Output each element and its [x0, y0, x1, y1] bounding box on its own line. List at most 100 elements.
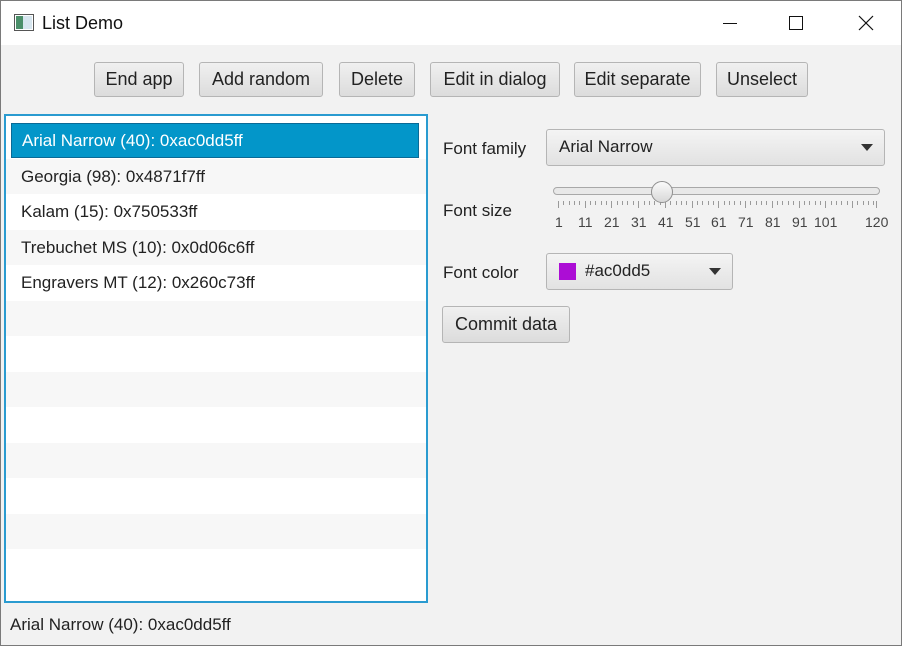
slider-tick: [809, 201, 810, 205]
slider-tick-label: 11: [578, 214, 593, 230]
empty-list-row: [6, 336, 426, 371]
slider-tick: [782, 201, 783, 205]
slider-tick: [740, 201, 741, 205]
minimize-icon: [723, 23, 737, 24]
slider-tick: [873, 201, 874, 205]
slider-tick: [585, 201, 586, 208]
add-random-button[interactable]: Add random: [199, 62, 323, 97]
font-color-value: #ac0dd5: [585, 261, 651, 280]
slider-tick: [601, 201, 602, 205]
list-item[interactable]: Kalam (15): 0x750533ff: [6, 194, 426, 229]
slider-tick: [574, 201, 575, 205]
unselect-button[interactable]: Unselect: [716, 62, 808, 97]
slider-tick: [697, 201, 698, 205]
window-title: List Demo: [42, 13, 124, 33]
app-icon: [14, 14, 34, 31]
slider-tick: [692, 201, 693, 208]
slider-tick: [718, 201, 719, 208]
font-color-picker[interactable]: #ac0dd5: [546, 253, 733, 290]
slider-tick: [825, 201, 826, 208]
slider-tick: [708, 201, 709, 205]
slider-tick: [788, 201, 789, 205]
list-item[interactable]: Georgia (98): 0x4871f7ff: [6, 159, 426, 194]
slider-tick-label: 1: [555, 214, 563, 230]
empty-list-row: [6, 478, 426, 513]
slider-tick: [617, 201, 618, 205]
slider-tick: [622, 201, 623, 205]
chevron-down-icon: [861, 144, 873, 151]
slider-tick: [745, 201, 746, 208]
font-size-slider-track[interactable]: [553, 187, 880, 195]
app-window: List Demo End app Add random Delete Edit…: [0, 0, 902, 646]
empty-list-row: [6, 301, 426, 336]
slider-tick: [713, 201, 714, 205]
empty-list-row: [6, 549, 426, 584]
slider-tick: [644, 201, 645, 205]
font-size-label: Font size: [443, 201, 512, 220]
slider-tick: [558, 201, 559, 208]
font-color-label: Font color: [443, 263, 519, 282]
slider-tick: [799, 201, 800, 208]
slider-tick-label: 21: [604, 214, 620, 230]
slider-tick-label: 61: [711, 214, 727, 230]
slider-tick: [606, 201, 607, 205]
close-button[interactable]: [843, 1, 889, 45]
status-text: Arial Narrow (40): 0xac0dd5ff: [10, 615, 231, 634]
slider-tick: [766, 201, 767, 205]
empty-list-row: [6, 514, 426, 549]
slider-tick-label: 91: [792, 214, 808, 230]
slider-tick: [676, 201, 677, 205]
slider-tick-label: 101: [814, 214, 838, 230]
font-list[interactable]: Arial Narrow (40): 0xac0dd5ff Georgia (9…: [4, 114, 428, 603]
slider-tick: [595, 201, 596, 205]
color-swatch: [559, 263, 576, 280]
slider-tick: [868, 201, 869, 205]
title-bar: List Demo: [1, 1, 901, 45]
list-item[interactable]: Engravers MT (12): 0x260c73ff: [6, 265, 426, 300]
empty-list-row: [6, 443, 426, 478]
font-family-value: Arial Narrow: [559, 137, 653, 156]
slider-tick: [702, 201, 703, 205]
chevron-down-icon: [709, 268, 721, 275]
slider-tick-label: 71: [738, 214, 754, 230]
edit-in-dialog-button[interactable]: Edit in dialog: [430, 62, 560, 97]
close-icon: [858, 15, 874, 31]
empty-list-row: [6, 407, 426, 442]
font-family-combo[interactable]: Arial Narrow: [546, 129, 885, 166]
slider-tick: [649, 201, 650, 205]
slider-tick: [857, 201, 858, 205]
slider-tick: [876, 201, 877, 208]
slider-tick: [847, 201, 848, 205]
slider-tick: [670, 201, 671, 205]
slider-tick: [681, 201, 682, 205]
slider-tick: [772, 201, 773, 208]
maximize-button[interactable]: [773, 1, 819, 45]
maximize-icon: [789, 16, 803, 30]
slider-tick: [793, 201, 794, 205]
slider-tick-label: 81: [765, 214, 781, 230]
slider-tick: [831, 201, 832, 205]
end-app-button[interactable]: End app: [94, 62, 184, 97]
slider-tick: [724, 201, 725, 205]
slider-tick: [815, 201, 816, 205]
slider-tick: [729, 201, 730, 205]
slider-tick: [750, 201, 751, 205]
slider-tick: [804, 201, 805, 205]
list-item[interactable]: Arial Narrow (40): 0xac0dd5ff: [11, 123, 419, 158]
edit-separate-button[interactable]: Edit separate: [574, 62, 701, 97]
slider-tick: [611, 201, 612, 208]
font-size-slider-thumb[interactable]: [651, 181, 673, 203]
empty-list-row: [6, 372, 426, 407]
list-item[interactable]: Trebuchet MS (10): 0x0d06c6ff: [6, 230, 426, 265]
delete-button[interactable]: Delete: [339, 62, 415, 97]
slider-tick: [841, 201, 842, 205]
slider-tick: [627, 201, 628, 205]
slider-tick: [863, 201, 864, 205]
font-family-label: Font family: [443, 139, 527, 158]
slider-tick: [569, 201, 570, 205]
slider-tick: [761, 201, 762, 205]
commit-data-button[interactable]: Commit data: [442, 306, 570, 343]
slider-tick: [820, 201, 821, 205]
slider-tick-label: 120: [865, 214, 889, 230]
minimize-button[interactable]: [707, 1, 753, 45]
